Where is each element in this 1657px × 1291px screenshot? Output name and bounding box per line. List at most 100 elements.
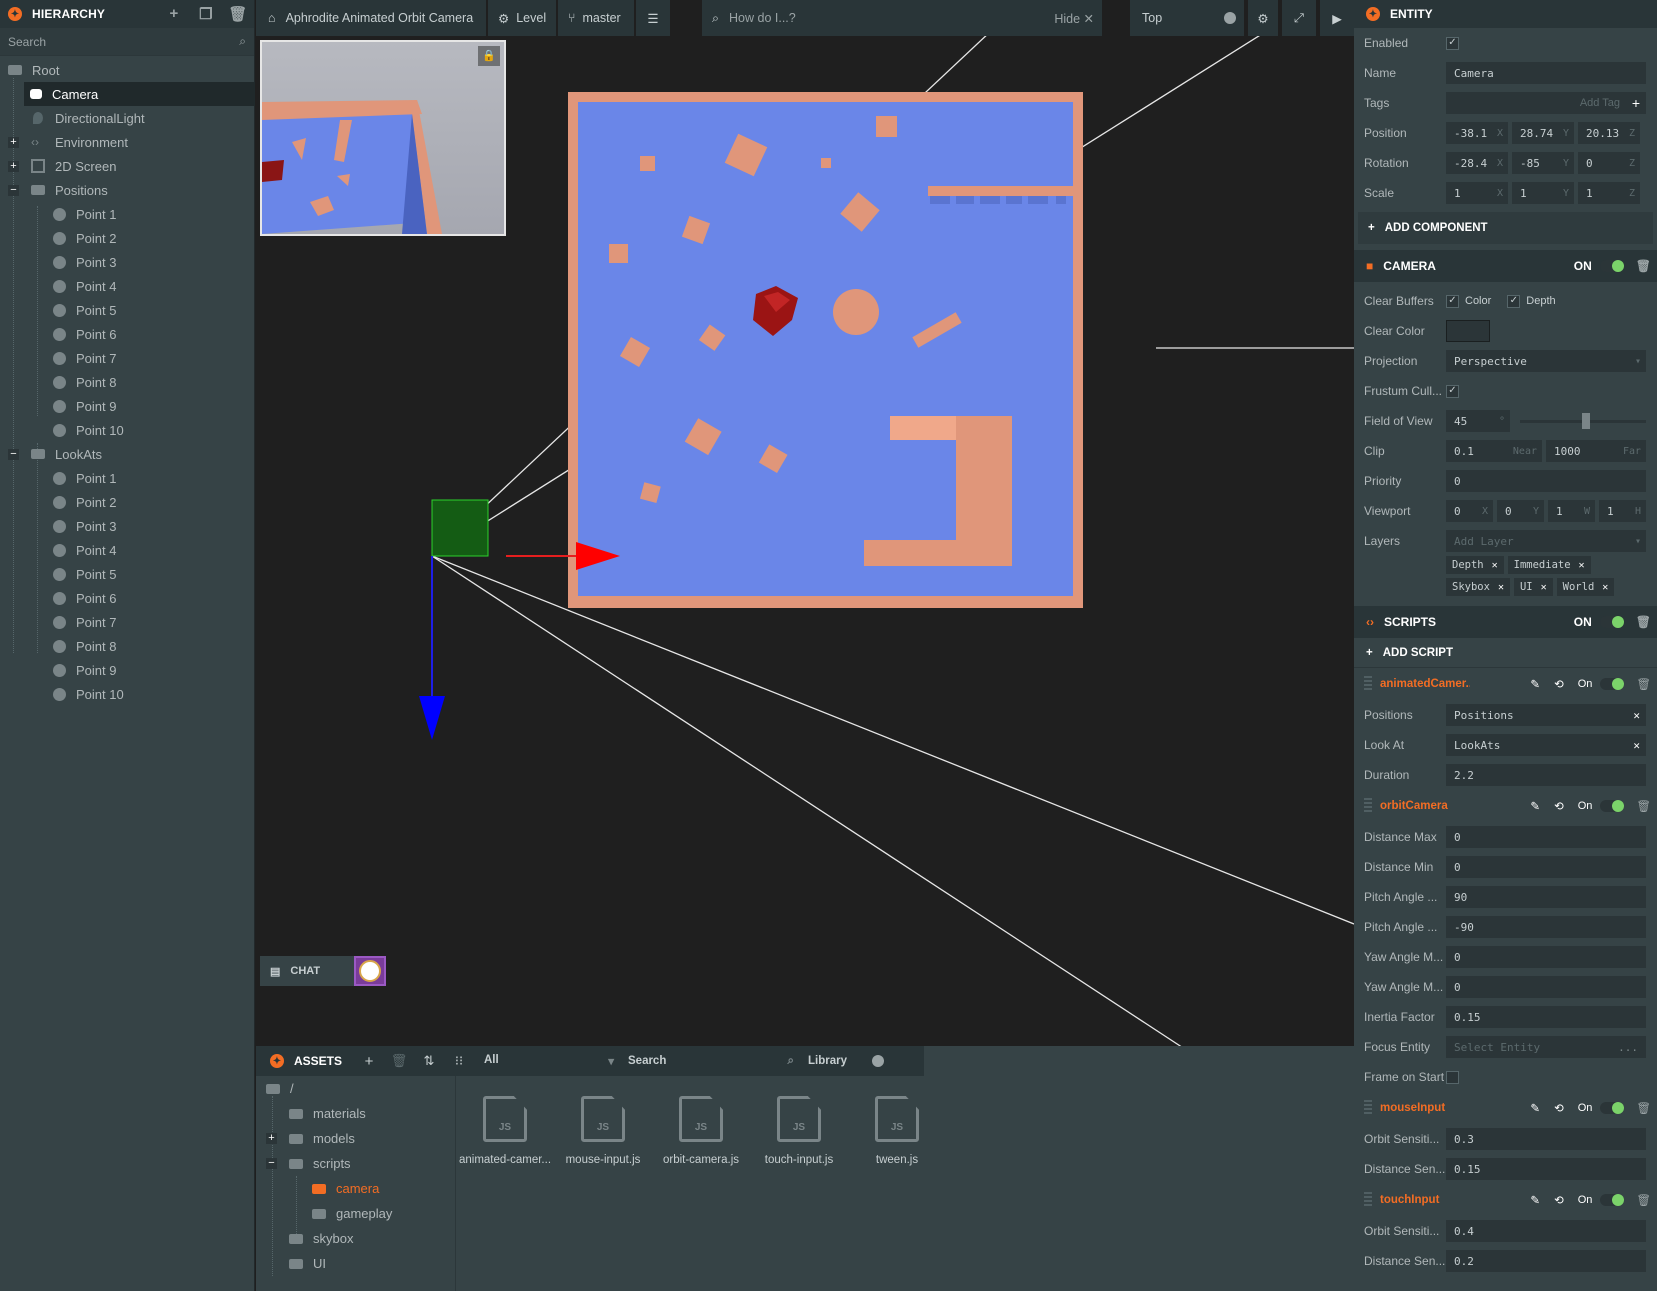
script-animated-toggle[interactable]: [1600, 678, 1625, 690]
tree-item-positions-point-2[interactable]: Point 2: [0, 226, 255, 250]
name-field[interactable]: Camera: [1446, 62, 1646, 84]
fov-slider-handle[interactable]: [1582, 412, 1590, 429]
drag-handle-icon[interactable]: [1364, 798, 1372, 814]
edit-icon[interactable]: ✎: [1530, 677, 1540, 691]
remove-layer-icon[interactable]: ✕: [1579, 560, 1585, 571]
add-tag-icon[interactable]: +: [1632, 95, 1640, 111]
delete-icon[interactable]: 🗑: [1636, 1101, 1651, 1115]
tree-item-2d-screen[interactable]: +2D Screen: [0, 154, 255, 178]
refresh-icon[interactable]: ⟲: [1554, 799, 1564, 813]
library-button[interactable]: Library: [794, 1055, 884, 1067]
tree-item-positions[interactable]: − Positions: [0, 178, 255, 202]
clip-far-field[interactable]: 1000 Far: [1546, 440, 1646, 462]
position-y-field[interactable]: 28.74 Y: [1512, 122, 1574, 144]
touch-orbit-field[interactable]: 0.4: [1446, 1220, 1646, 1242]
script-mouse-toggle[interactable]: [1600, 1102, 1625, 1114]
folder-camera[interactable]: camera: [256, 1176, 455, 1201]
tree-item-positions-point-3[interactable]: Point 3: [0, 250, 255, 274]
hide-button[interactable]: Hide ✕: [1054, 11, 1094, 26]
tags-field[interactable]: Add Tag +: [1446, 92, 1646, 114]
tree-item-lookats-point-4[interactable]: Point 4: [0, 538, 255, 562]
tree-item-lookats-point-9[interactable]: Point 9: [0, 658, 255, 682]
position-z-field[interactable]: 20.13 Z: [1578, 122, 1640, 144]
user-avatar[interactable]: [354, 956, 386, 986]
delete-icon[interactable]: 🗑: [1636, 799, 1651, 813]
expand-icon[interactable]: +: [8, 136, 19, 148]
delete-icon[interactable]: 🗑: [1636, 1193, 1651, 1207]
sphere-object[interactable]: [833, 289, 879, 335]
scale-z-field[interactable]: 1Z: [1578, 182, 1640, 204]
tree-item-positions-point-9[interactable]: Point 9: [0, 394, 255, 418]
tree-item-positions-point-10[interactable]: Point 10: [0, 418, 255, 442]
clear-depth-checkbox[interactable]: ✓: [1507, 294, 1521, 308]
folder-models[interactable]: + models: [256, 1126, 455, 1151]
tree-item-positions-point-5[interactable]: Point 5: [0, 298, 255, 322]
tree-item-directionallight[interactable]: DirectionalLight: [0, 106, 255, 130]
folder-scripts[interactable]: − scripts: [256, 1151, 455, 1176]
position-x-field[interactable]: -38.1 X: [1446, 122, 1508, 144]
add-layer-select[interactable]: Add Layer ▾: [1446, 530, 1646, 552]
focus-entity-field[interactable]: Select Entity...: [1446, 1036, 1646, 1058]
refresh-icon[interactable]: ⟲: [1554, 677, 1564, 691]
script-touch-name[interactable]: touchInput: [1380, 1194, 1470, 1206]
tree-item-lookats[interactable]: − LookAts: [0, 442, 255, 466]
refresh-icon[interactable]: ⟲: [1554, 1101, 1564, 1115]
projection-select[interactable]: Perspective ▾: [1446, 350, 1646, 372]
tree-item-positions-point-8[interactable]: Point 8: [0, 370, 255, 394]
tree-item-lookats-point-2[interactable]: Point 2: [0, 490, 255, 514]
drag-handle-icon[interactable]: [1364, 1192, 1372, 1208]
tree-item-positions-point-6[interactable]: Point 6: [0, 322, 255, 346]
remove-layer-icon[interactable]: ✕: [1492, 560, 1498, 571]
edit-icon[interactable]: ✎: [1530, 1101, 1540, 1115]
asset-file[interactable]: JS orbit-camera.js: [652, 1096, 750, 1166]
project-button[interactable]: ⌂ Aphrodite Animated Orbit Camera: [256, 0, 486, 36]
fov-slider[interactable]: [1520, 412, 1646, 429]
fov-field[interactable]: 45 °: [1446, 410, 1510, 432]
camera-view-select[interactable]: Top: [1130, 0, 1244, 36]
hierarchy-search-input[interactable]: Search: [8, 35, 46, 49]
tree-item-lookats-point-6[interactable]: Point 6: [0, 586, 255, 610]
settings-button[interactable]: ⚙: [1248, 0, 1278, 36]
touch-distance-field[interactable]: 0.2: [1446, 1250, 1646, 1272]
script-touch-toggle[interactable]: [1600, 1194, 1625, 1206]
grid-view-icon[interactable]: ⁝⁝: [444, 1053, 474, 1069]
clear-color-checkbox[interactable]: ✓: [1446, 294, 1459, 308]
help-search[interactable]: ⌕ How do I...? Hide ✕: [702, 0, 1102, 36]
refresh-icon[interactable]: ⟲: [1554, 1193, 1564, 1207]
delete-icon[interactable]: 🗑: [1636, 259, 1651, 273]
tree-item-environment[interactable]: + ‹› Environment: [0, 130, 255, 154]
menu-button[interactable]: ☰: [636, 0, 670, 36]
add-entity-icon[interactable]: +: [158, 5, 190, 23]
tree-item-positions-point-4[interactable]: Point 4: [0, 274, 255, 298]
duration-field[interactable]: 2.2: [1446, 764, 1646, 786]
asset-file[interactable]: JS touch-input.js: [750, 1096, 848, 1166]
frame-on-start-checkbox[interactable]: [1446, 1070, 1459, 1084]
tree-item-lookats-point-10[interactable]: Point 10: [0, 682, 255, 706]
script-animated-name[interactable]: animatedCamer...: [1380, 678, 1470, 690]
camera-enable-toggle[interactable]: [1599, 260, 1624, 272]
remove-layer-icon[interactable]: ✕: [1602, 582, 1608, 593]
orbit-field-2-field[interactable]: 90: [1446, 886, 1646, 908]
priority-field[interactable]: 0: [1446, 470, 1646, 492]
mouse-distance-field[interactable]: 0.15: [1446, 1158, 1646, 1180]
tree-item-positions-point-1[interactable]: Point 1: [0, 202, 255, 226]
fullscreen-button[interactable]: ⤢: [1282, 0, 1316, 36]
orbit-field-1-field[interactable]: 0: [1446, 856, 1646, 878]
enabled-checkbox[interactable]: ✓: [1446, 36, 1459, 50]
asset-search-input[interactable]: Search ⌕: [614, 1055, 794, 1068]
tree-item-lookats-point-3[interactable]: Point 3: [0, 514, 255, 538]
orbit-field-6-field[interactable]: 0.15: [1446, 1006, 1646, 1028]
scripts-enable-toggle[interactable]: [1599, 616, 1624, 628]
tree-item-lookats-point-7[interactable]: Point 7: [0, 610, 255, 634]
script-orbit-name[interactable]: orbitCamera: [1380, 800, 1470, 812]
delete-icon[interactable]: 🗑: [1636, 677, 1651, 691]
clear-color-swatch[interactable]: [1446, 320, 1490, 342]
folder-materials[interactable]: materials: [256, 1101, 455, 1126]
camera-gizmo-box[interactable]: [431, 499, 489, 557]
frustum-checkbox[interactable]: ✓: [1446, 384, 1459, 398]
expand-icon[interactable]: +: [266, 1133, 277, 1144]
viewport-y-field[interactable]: 0Y: [1497, 500, 1544, 522]
remove-layer-icon[interactable]: ✕: [1498, 582, 1504, 593]
hierarchy-search[interactable]: Search ⌕: [0, 28, 254, 56]
add-component-button[interactable]: + ADD COMPONENT: [1358, 212, 1653, 244]
